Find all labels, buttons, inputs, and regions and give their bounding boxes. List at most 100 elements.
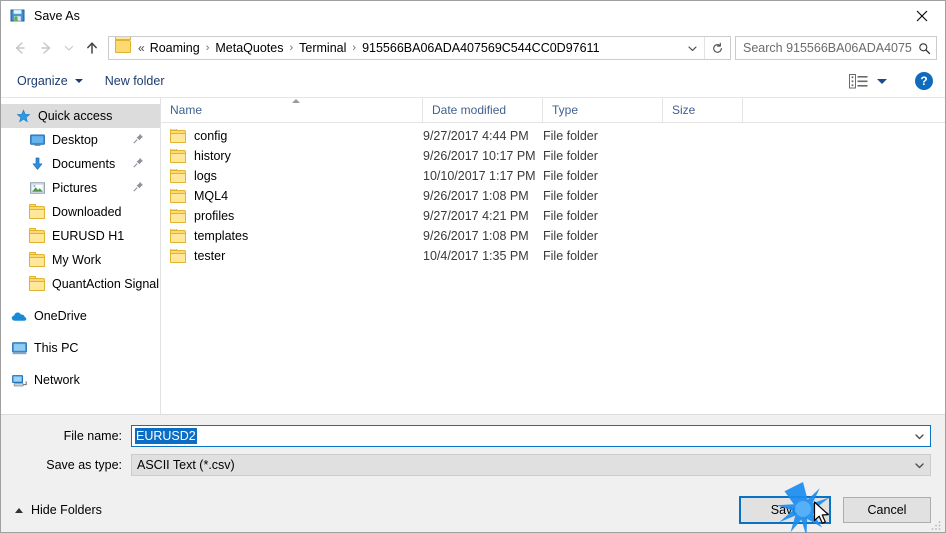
search-input[interactable]: Search 915566BA06ADA40756...: [736, 41, 912, 55]
sidebar-item-label: Network: [34, 373, 80, 387]
toolbar-right-group: ?: [845, 72, 933, 90]
chevron-down-icon: [877, 78, 887, 84]
column-header-type[interactable]: Type: [543, 98, 663, 122]
save-fields-area: File name: EURUSD2 Save as type: ASCII T…: [1, 414, 945, 488]
refresh-icon: [713, 42, 722, 53]
save-as-type-dropdown-button[interactable]: [908, 455, 930, 475]
save-as-type-select[interactable]: ASCII Text (*.csv): [131, 454, 931, 476]
sidebar-item-label: Downloaded: [52, 205, 122, 219]
sidebar-item-network[interactable]: Network: [1, 368, 160, 392]
file-name-input[interactable]: EURUSD2: [131, 425, 931, 447]
recent-locations-chevron-icon: [64, 45, 74, 51]
save-button[interactable]: Save: [739, 496, 831, 524]
file-list-pane: Name Date modified Type Size config 9/27…: [161, 98, 945, 414]
breadcrumb-item-terminal[interactable]: Terminal: [296, 41, 349, 55]
help-button[interactable]: ?: [915, 72, 933, 90]
folder-icon: [29, 203, 45, 220]
sidebar-item-documents[interactable]: Documents: [1, 152, 160, 176]
table-row[interactable]: logs 10/10/2017 1:17 PM File folder: [161, 166, 945, 186]
close-button[interactable]: [899, 1, 945, 31]
hide-folders-button[interactable]: Hide Folders: [15, 503, 102, 517]
column-header-label: Date modified: [432, 103, 507, 117]
folder-icon: [29, 251, 45, 268]
change-view-button[interactable]: [845, 73, 891, 89]
file-date-cell: 9/26/2017 1:08 PM: [423, 189, 529, 203]
folder-icon: [170, 169, 186, 183]
table-row[interactable]: history 9/26/2017 10:17 PM File folder: [161, 146, 945, 166]
column-header-size[interactable]: Size: [663, 98, 743, 122]
recent-locations-button[interactable]: [59, 35, 79, 61]
save-as-dialog: Save As « Roaming › MetaQuotes › Termina…: [0, 0, 946, 533]
file-date-cell: 9/26/2017 10:17 PM: [423, 149, 536, 163]
pin-icon[interactable]: [133, 157, 144, 171]
file-date-cell: 9/26/2017 1:08 PM: [423, 229, 529, 243]
file-name-label: MQL4: [194, 189, 229, 203]
sidebar-item-label: Documents: [52, 157, 116, 171]
up-button[interactable]: [79, 35, 105, 61]
folder-icon: [170, 209, 186, 223]
cancel-button-label: Cancel: [867, 503, 907, 517]
folder-icon: [29, 275, 45, 292]
sort-ascending-icon: [292, 99, 300, 103]
sidebar-item-onedrive[interactable]: OneDrive: [1, 304, 160, 328]
new-folder-button[interactable]: New folder: [105, 74, 165, 88]
folder-icon: [170, 149, 186, 163]
view-layout-icon: [849, 73, 868, 88]
pin-icon[interactable]: [133, 133, 144, 147]
save-as-icon: [10, 8, 26, 24]
sidebar-item-downloaded[interactable]: Downloaded: [1, 200, 160, 224]
breadcrumb-item-metaquotes[interactable]: MetaQuotes: [212, 41, 286, 55]
breadcrumb-separator[interactable]: ›: [286, 42, 296, 54]
address-dropdown-button[interactable]: [680, 37, 704, 59]
sidebar-item-pictures[interactable]: Pictures: [1, 176, 160, 200]
column-header-name[interactable]: Name: [161, 98, 423, 122]
table-row[interactable]: tester 10/4/2017 1:35 PM File folder: [161, 246, 945, 266]
table-row[interactable]: profiles 9/27/2017 4:21 PM File folder: [161, 206, 945, 226]
sidebar-item-quick-access[interactable]: Quick access: [1, 104, 160, 128]
sidebar-item-my-work[interactable]: My Work: [1, 248, 160, 272]
address-bar[interactable]: « Roaming › MetaQuotes › Terminal › 9155…: [108, 36, 731, 60]
footer-buttons: Save Cancel: [739, 496, 931, 524]
search-box[interactable]: Search 915566BA06ADA40756...: [735, 36, 937, 60]
file-type-cell: File folder: [543, 209, 598, 223]
forward-button[interactable]: [33, 35, 59, 61]
file-name-cell: templates: [161, 229, 423, 243]
back-button[interactable]: [7, 35, 33, 61]
column-header-row: Name Date modified Type Size: [161, 98, 945, 123]
file-name-label: templates: [194, 229, 249, 243]
column-header-date-modified[interactable]: Date modified: [423, 98, 543, 122]
file-name-label: logs: [194, 169, 217, 183]
file-date-cell: 10/4/2017 1:35 PM: [423, 249, 529, 263]
file-name-cell: config: [161, 129, 423, 143]
organize-button[interactable]: Organize: [17, 74, 83, 88]
file-name-label: File name:: [63, 429, 122, 443]
file-name-dropdown-button[interactable]: [908, 426, 930, 446]
file-type-cell: File folder: [543, 129, 598, 143]
folder-icon: [170, 229, 186, 243]
resize-grip-icon[interactable]: [930, 518, 942, 530]
sidebar-item-desktop[interactable]: Desktop: [1, 128, 160, 152]
file-name-label: config: [194, 129, 228, 143]
up-arrow-icon: [87, 42, 97, 54]
table-row[interactable]: config 9/27/2017 4:44 PM File folder: [161, 126, 945, 146]
breadcrumb-separator[interactable]: ›: [203, 42, 213, 54]
table-row[interactable]: MQL4 9/26/2017 1:08 PM File folder: [161, 186, 945, 206]
sidebar-item-label: Desktop: [52, 133, 98, 147]
breadcrumb-overflow[interactable]: «: [136, 41, 147, 55]
sidebar-item-this-pc[interactable]: This PC: [1, 336, 160, 360]
file-type-cell: File folder: [543, 169, 598, 183]
sidebar-item-label: Quick access: [38, 109, 113, 123]
breadcrumb-separator[interactable]: ›: [349, 42, 359, 54]
forward-arrow-icon: [41, 42, 51, 54]
sidebar-item-eurusd-h1[interactable]: EURUSD H1: [1, 224, 160, 248]
table-row[interactable]: templates 9/26/2017 1:08 PM File folder: [161, 226, 945, 246]
breadcrumb-item-roaming[interactable]: Roaming: [147, 41, 203, 55]
breadcrumb-item-terminal-id[interactable]: 915566BA06ADA407569C544CC0D97611: [359, 41, 602, 55]
pin-icon[interactable]: [133, 181, 144, 195]
navigation-bar: « Roaming › MetaQuotes › Terminal › 9155…: [1, 31, 945, 65]
file-date-cell: 9/27/2017 4:21 PM: [423, 209, 529, 223]
cancel-button[interactable]: Cancel: [843, 497, 931, 523]
refresh-button[interactable]: [704, 37, 730, 59]
file-date-cell: 10/10/2017 1:17 PM: [423, 169, 536, 183]
sidebar-item-quantaction-signal[interactable]: QuantAction Signal: [1, 272, 160, 296]
